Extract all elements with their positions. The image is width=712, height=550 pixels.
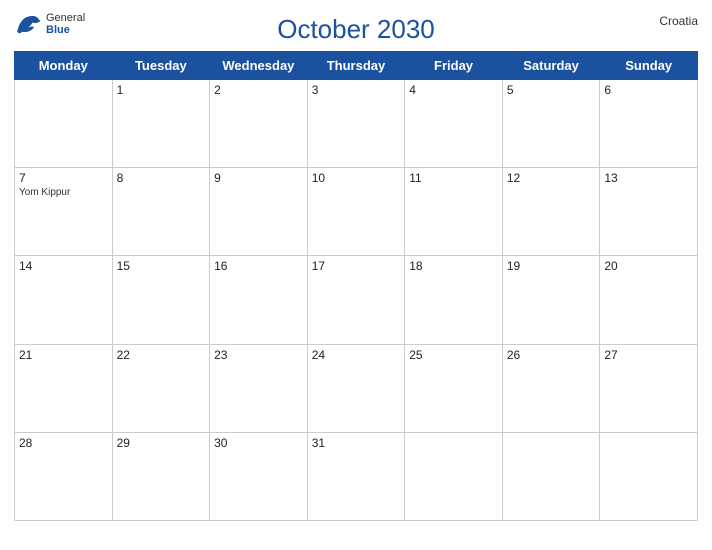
day-cell: 6 [600, 80, 698, 168]
day-cell [502, 432, 600, 520]
logo-general: General [46, 12, 85, 24]
day-cell: 24 [307, 344, 405, 432]
day-cell: 2 [210, 80, 308, 168]
weekday-header-saturday: Saturday [502, 52, 600, 80]
day-number: 15 [117, 259, 206, 273]
day-number: 22 [117, 348, 206, 362]
week-row-5: 28 29 30 31 [15, 432, 698, 520]
day-number: 30 [214, 436, 303, 450]
day-cell: 22 [112, 344, 210, 432]
day-cell [600, 432, 698, 520]
day-number: 6 [604, 83, 693, 97]
weekday-header-tuesday: Tuesday [112, 52, 210, 80]
logo-text: General Blue [46, 12, 85, 36]
day-number: 24 [312, 348, 401, 362]
logo-area: General Blue [14, 10, 85, 38]
day-cell: 1 [112, 80, 210, 168]
day-cell: 30 [210, 432, 308, 520]
week-row-2: 7 Yom Kippur 89 10 11 12 13 [15, 168, 698, 256]
day-cell: 3 [307, 80, 405, 168]
day-cell: 14 [15, 256, 113, 344]
day-cell: 5 [502, 80, 600, 168]
weekday-header-sunday: Sunday [600, 52, 698, 80]
day-number: 11 [409, 171, 498, 185]
day-cell [405, 432, 503, 520]
day-number: 31 [312, 436, 401, 450]
day-cell: 4 [405, 80, 503, 168]
logo-blue: Blue [46, 24, 85, 36]
day-number: 10 [312, 171, 401, 185]
day-cell: 8 [112, 168, 210, 256]
day-number: 4 [409, 83, 498, 97]
day-number: 17 [312, 259, 401, 273]
day-number: 18 [409, 259, 498, 273]
day-number: 8 [117, 171, 206, 185]
day-cell: 21 [15, 344, 113, 432]
day-cell: 23 [210, 344, 308, 432]
day-number: 12 [507, 171, 596, 185]
day-number: 3 [312, 83, 401, 97]
weekday-header-friday: Friday [405, 52, 503, 80]
day-number: 9 [214, 171, 303, 185]
day-number: 21 [19, 348, 108, 362]
day-cell: 31 [307, 432, 405, 520]
day-cell: 15 [112, 256, 210, 344]
day-cell: 19 [502, 256, 600, 344]
logo-icon [14, 10, 42, 38]
day-cell: 17 [307, 256, 405, 344]
day-number: 29 [117, 436, 206, 450]
day-cell: 28 [15, 432, 113, 520]
calendar-header: General Blue October 2030 Croatia [14, 10, 698, 45]
week-row-1: 123456 [15, 80, 698, 168]
day-cell: 25 [405, 344, 503, 432]
day-number: 26 [507, 348, 596, 362]
day-cell: 10 [307, 168, 405, 256]
day-number: 5 [507, 83, 596, 97]
weekday-header-row: MondayTuesdayWednesdayThursdayFridaySatu… [15, 52, 698, 80]
day-cell: 29 [112, 432, 210, 520]
day-cell [15, 80, 113, 168]
day-number: 7 [19, 171, 108, 185]
country-label: Croatia [659, 14, 698, 28]
weekday-header-monday: Monday [15, 52, 113, 80]
day-number: 14 [19, 259, 108, 273]
day-number: 27 [604, 348, 693, 362]
day-number: 1 [117, 83, 206, 97]
day-cell: 13 [600, 168, 698, 256]
day-cell: 18 [405, 256, 503, 344]
day-number: 23 [214, 348, 303, 362]
day-cell: 27 [600, 344, 698, 432]
day-number: 19 [507, 259, 596, 273]
day-cell: 7 Yom Kippur [15, 168, 113, 256]
calendar-title: October 2030 [277, 14, 435, 45]
day-cell: 26 [502, 344, 600, 432]
day-cell: 16 [210, 256, 308, 344]
weekday-header-thursday: Thursday [307, 52, 405, 80]
day-number: 2 [214, 83, 303, 97]
day-cell: 12 [502, 168, 600, 256]
day-number: 16 [214, 259, 303, 273]
week-row-3: 14 15 16 17 18 19 20 [15, 256, 698, 344]
week-row-4: 21 22 23 24 25 26 27 [15, 344, 698, 432]
day-event: Yom Kippur [19, 187, 108, 198]
day-number: 25 [409, 348, 498, 362]
weekday-header-wednesday: Wednesday [210, 52, 308, 80]
day-cell: 11 [405, 168, 503, 256]
calendar-container: General Blue October 2030 Croatia Monday… [0, 0, 712, 550]
day-cell: 20 [600, 256, 698, 344]
day-number: 13 [604, 171, 693, 185]
day-number: 28 [19, 436, 108, 450]
day-number: 20 [604, 259, 693, 273]
day-cell: 9 [210, 168, 308, 256]
calendar-table: MondayTuesdayWednesdayThursdayFridaySatu… [14, 51, 698, 521]
